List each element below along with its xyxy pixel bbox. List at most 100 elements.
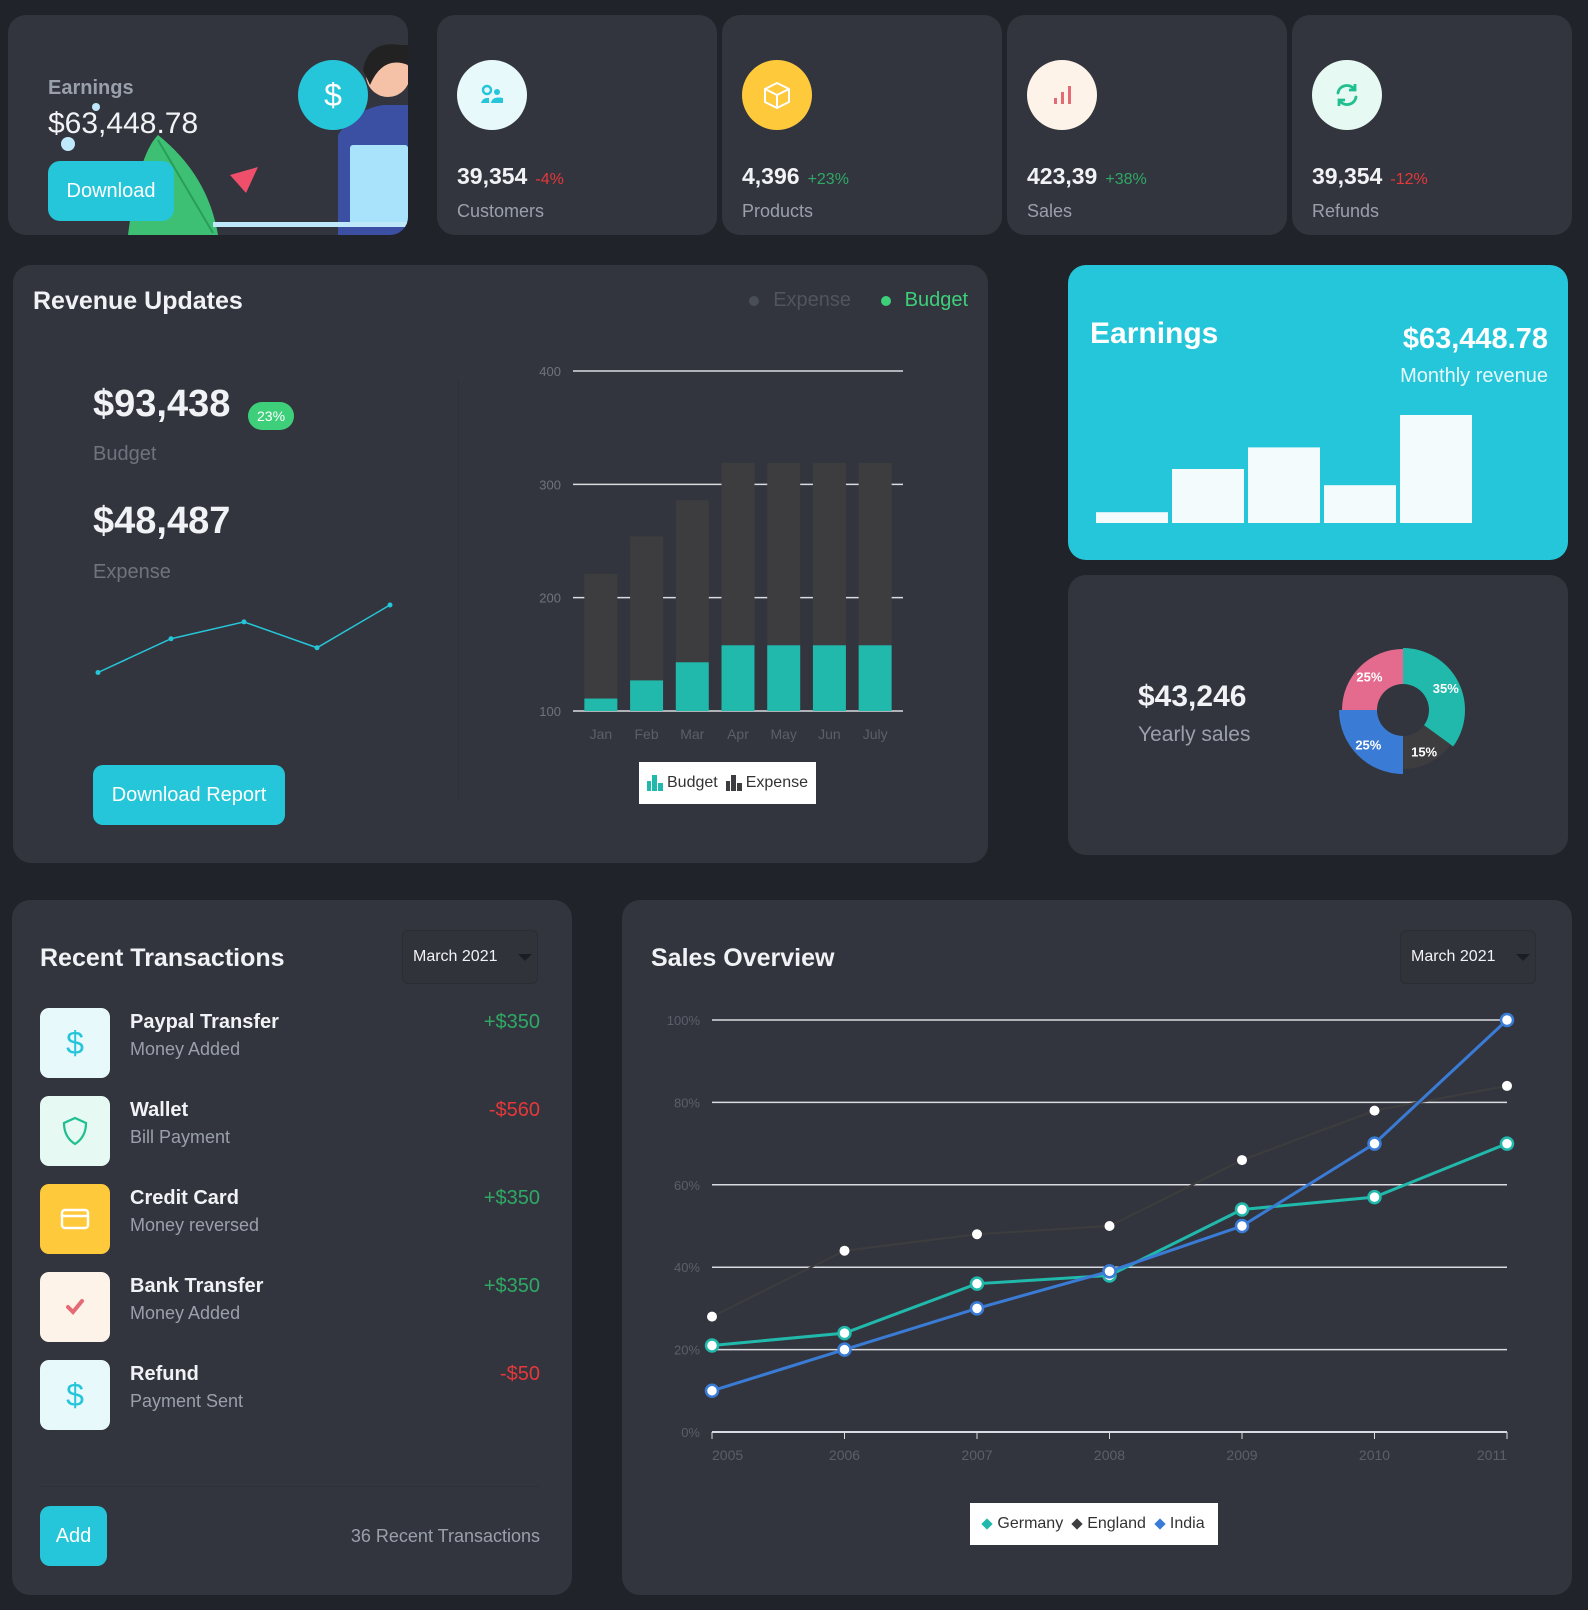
point-germany <box>1234 1202 1250 1217</box>
stat-value: 423,39 <box>1027 163 1098 189</box>
y-tick-label: 60% <box>674 1178 700 1193</box>
stat-label: Customers <box>457 201 545 221</box>
transaction-name: Credit Card <box>130 1187 239 1209</box>
x-tick-label: Apr <box>727 726 749 742</box>
x-tick-label: Feb <box>635 726 659 742</box>
donut-label: 25% <box>1355 738 1381 753</box>
legend-expense[interactable]: Expense <box>749 289 851 311</box>
revenue-updates-card: Revenue Updates Expense Budget $93,438 2… <box>13 265 988 863</box>
line-germany <box>711 1142 1508 1347</box>
sparkline-point <box>168 636 174 642</box>
recent-transactions-card: Recent Transactions March 2021 $ Paypal … <box>12 900 572 1595</box>
download-report-button[interactable]: Download Report <box>93 765 285 825</box>
transaction-description: Money reversed <box>130 1215 260 1235</box>
transaction-row[interactable]: $ Paypal Transfer Money Added +$350 <box>40 1008 540 1078</box>
point-germany <box>969 1276 985 1291</box>
stat-label: Refunds <box>1312 201 1380 221</box>
x-tick-label: Jan <box>590 726 613 742</box>
bar-budget <box>812 645 846 711</box>
transaction-amount: -$560 <box>488 1099 540 1121</box>
point-india <box>1367 1136 1382 1151</box>
stat-card-customers: 39,354 -4% Customers <box>437 15 717 235</box>
point-england <box>972 1229 982 1240</box>
transaction-amount: +$350 <box>483 1275 540 1297</box>
divider <box>458 380 459 800</box>
bar-expense <box>767 462 801 646</box>
budget-value: $93,438 <box>93 383 231 425</box>
bar-expense <box>858 462 892 646</box>
point-england <box>1369 1105 1380 1116</box>
users-icon <box>457 60 527 130</box>
transaction-description: Payment Sent <box>130 1391 244 1411</box>
x-tick-label: 2008 <box>1094 1447 1125 1463</box>
revenue-legend: Expense Budget <box>749 289 968 312</box>
legend-expense-label: Expense <box>745 774 808 791</box>
donut-slice <box>1403 648 1465 747</box>
period-select[interactable]: March 2021 <box>1400 930 1536 984</box>
point-england <box>707 1311 717 1322</box>
transaction-row[interactable]: Credit Card Money reversed +$350 <box>40 1184 540 1254</box>
stat-value: 39,354 <box>457 163 528 189</box>
line-chart-legend: Germany England India <box>970 1503 1218 1545</box>
download-button[interactable]: Download <box>48 161 174 221</box>
legend-dot-icon <box>749 295 760 306</box>
transaction-row[interactable]: Bank Transfer Money Added +$350 <box>40 1272 540 1342</box>
y-tick-label: 20% <box>674 1343 700 1358</box>
bar-expense <box>630 536 664 681</box>
transaction-row[interactable]: $ Refund Payment Sent -$50 <box>40 1360 540 1430</box>
sparkline-point <box>387 602 393 608</box>
transaction-description: Money Added <box>130 1039 241 1059</box>
x-tick-label: 2009 <box>1226 1447 1257 1463</box>
dollar-icon: $ <box>40 1008 110 1078</box>
bar-budget <box>630 680 664 711</box>
x-tick-label: July <box>863 726 888 742</box>
legend-budget[interactable]: Budget <box>880 289 968 311</box>
bar-expense <box>721 462 755 646</box>
point-india <box>704 1383 720 1399</box>
legend-item-england[interactable]: England <box>1071 1515 1146 1533</box>
diamond-icon <box>1154 1518 1166 1530</box>
legend-item-india[interactable]: India <box>1154 1515 1205 1533</box>
x-tick-label: 2005 <box>712 1447 743 1463</box>
shield-icon <box>40 1096 110 1166</box>
add-button[interactable]: Add <box>40 1506 107 1566</box>
transaction-amount: +$350 <box>483 1011 540 1033</box>
sparkline-path <box>97 604 391 674</box>
budget-badge: 23% <box>248 402 295 430</box>
point-england <box>839 1245 850 1256</box>
point-india <box>1499 1012 1515 1028</box>
donut-label: 35% <box>1433 681 1459 696</box>
transaction-row[interactable]: Wallet Bill Payment -$560 <box>40 1096 540 1166</box>
transaction-amount: -$50 <box>499 1363 540 1385</box>
check-icon <box>40 1272 110 1342</box>
credit-card-icon <box>40 1184 110 1254</box>
point-germany <box>704 1338 720 1353</box>
x-tick-label: Mar <box>680 726 704 742</box>
monthly-subtitle: Monthly revenue <box>1400 365 1548 387</box>
bar-budget <box>858 645 892 711</box>
bar-expense <box>584 573 618 699</box>
transaction-name: Refund <box>130 1363 199 1385</box>
legend-label: India <box>1169 1515 1205 1532</box>
period-select[interactable]: March 2021 <box>402 930 538 984</box>
x-tick-label: 2006 <box>829 1447 860 1463</box>
point-germany <box>1499 1136 1515 1151</box>
legend-item-germany[interactable]: Germany <box>981 1515 1063 1533</box>
diamond-icon <box>1071 1518 1083 1530</box>
dollar-icon: $ <box>298 60 368 130</box>
box-icon <box>742 60 812 130</box>
y-tick-label: 100% <box>667 1013 701 1028</box>
transactions-count: 36 Recent Transactions <box>350 1526 540 1546</box>
point-england <box>1237 1155 1247 1166</box>
yearly-sales-card: $43,246 Yearly sales 35% 15% 25% 25% <box>1068 575 1568 855</box>
monthly-bar <box>1248 447 1320 523</box>
divider <box>40 1486 540 1487</box>
bar-budget <box>721 645 755 711</box>
transaction-name: Wallet <box>130 1099 189 1121</box>
transaction-description: Bill Payment <box>130 1127 231 1147</box>
sales-line-chart: 0% 20% 40% 60% 80% 100% 2005 2006 2007 2008 2009 20… <box>667 1012 1515 1463</box>
transaction-amount: +$350 <box>483 1187 540 1209</box>
bar-legend-icon <box>647 775 663 791</box>
legend-label: England <box>1087 1515 1146 1532</box>
donut-label: 25% <box>1356 669 1382 684</box>
